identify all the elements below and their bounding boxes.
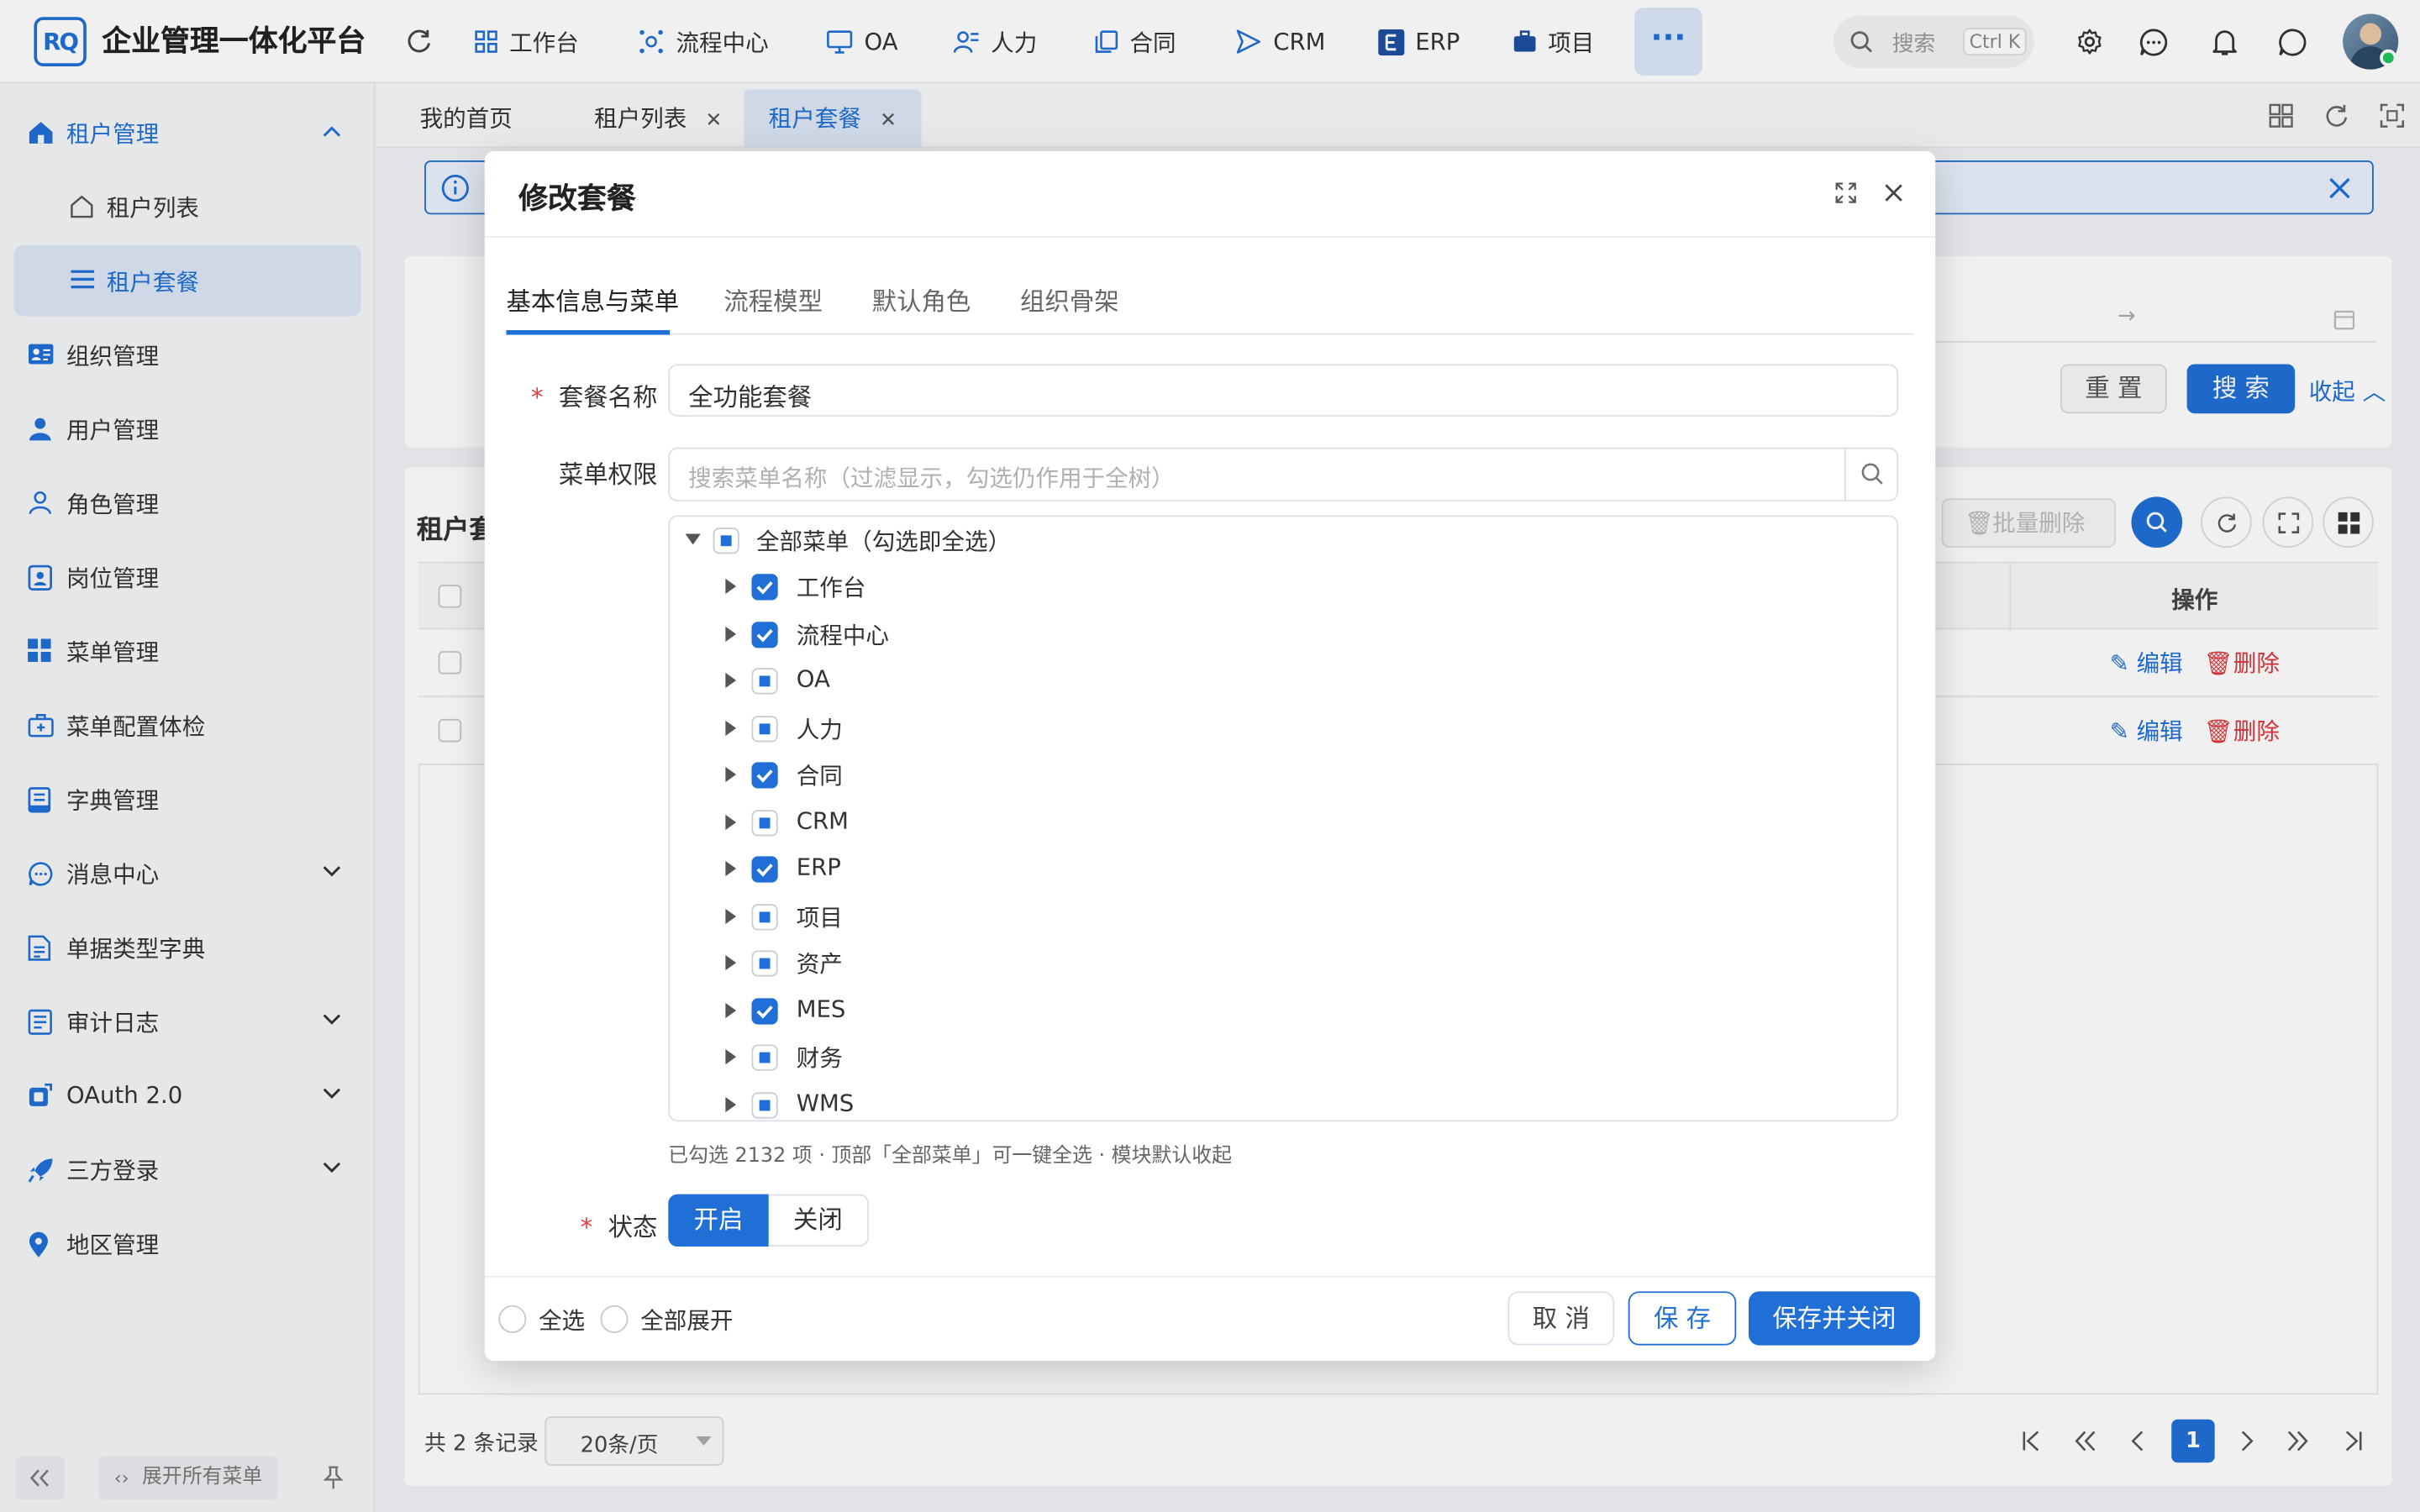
save-and-close-button[interactable]: 保存并关闭 — [1748, 1291, 1920, 1346]
tree-node-label: WMS — [796, 1088, 855, 1116]
required-mark: * — [530, 382, 544, 412]
selection-hint: 已勾选 2132 项 · 顶部「全部菜单」可一键全选 · 模块默认收起 — [668, 1144, 1232, 1168]
maximize-icon[interactable] — [1835, 182, 1857, 204]
expand-all-label: 全部展开 — [640, 1306, 734, 1335]
caret-right-icon[interactable] — [725, 1001, 737, 1018]
check-icon — [756, 628, 773, 642]
tree-node-label: 工作台 — [796, 574, 866, 602]
app-root: RQ 企业管理一体化平台 工作台 流程中心 OA 人力 合同 CRM ERP 项… — [0, 0, 2420, 1512]
modal-title: 修改套餐 — [518, 181, 636, 217]
status-label-text: 状态 — [608, 1212, 658, 1242]
menu-permission-label: 菜单权限 — [558, 459, 658, 490]
tree-node[interactable]: 人力 — [670, 704, 1897, 750]
modal-header-divider — [484, 236, 1936, 238]
caret-right-icon[interactable] — [725, 860, 737, 877]
tree-node-checkbox[interactable] — [751, 715, 778, 742]
tree-node-label: CRM — [796, 806, 849, 834]
tree-node-root[interactable]: 全部菜单（勾选即全选） — [670, 517, 1897, 563]
modal-footer-divider — [484, 1275, 1936, 1278]
caret-right-icon[interactable] — [725, 1095, 737, 1112]
tree-node-checkbox[interactable] — [751, 809, 778, 836]
expand-all-checkbox[interactable] — [600, 1305, 629, 1333]
tree-node-checkbox[interactable] — [751, 903, 778, 930]
caret-right-icon[interactable] — [725, 954, 737, 971]
caret-right-icon[interactable] — [725, 672, 737, 689]
caret-right-icon[interactable] — [725, 578, 737, 595]
tree-node-label: 财务 — [796, 1044, 843, 1073]
tree-node[interactable]: 合同 — [670, 751, 1897, 797]
tree-node-checkbox[interactable] — [751, 1091, 778, 1118]
package-name-value: 全功能套餐 — [688, 382, 813, 412]
package-name-input[interactable]: 全功能套餐 — [668, 364, 1899, 417]
check-icon — [756, 581, 773, 595]
caret-right-icon[interactable] — [725, 813, 737, 830]
tree-node-label: 资产 — [796, 950, 843, 979]
cancel-button[interactable]: 取 消 — [1507, 1291, 1615, 1346]
tree-node[interactable]: 工作台 — [670, 563, 1897, 609]
caret-down-icon[interactable] — [685, 533, 701, 545]
caret-right-icon[interactable] — [725, 766, 737, 783]
modal-tab-org-skeleton[interactable]: 组织骨架 — [1020, 281, 1119, 318]
tree-node-label: 合同 — [796, 762, 843, 790]
modal-tabs-divider — [506, 333, 1914, 335]
search-icon — [1861, 463, 1883, 485]
tree-node-checkbox[interactable] — [751, 997, 778, 1024]
tree-node[interactable]: ERP — [670, 846, 1897, 892]
check-icon — [756, 1005, 773, 1018]
package-name-label: * 套餐名称 — [531, 376, 658, 413]
tree-node-checkbox[interactable] — [751, 621, 778, 648]
modal-tab-basic[interactable]: 基本信息与菜单 — [506, 281, 679, 318]
tree-node-checkbox[interactable] — [751, 1044, 778, 1071]
tree-node[interactable]: WMS — [670, 1081, 1897, 1121]
caret-right-icon[interactable] — [725, 907, 737, 924]
edit-package-modal: 修改套餐 基本信息与菜单 流程模型 默认角色 组织骨架 * 套餐名称 全功能套餐 … — [484, 150, 1936, 1361]
tree-node-checkbox[interactable] — [751, 950, 778, 977]
tree-node-label: 人力 — [796, 715, 843, 743]
tree-node[interactable]: MES — [670, 987, 1897, 1033]
caret-right-icon[interactable] — [725, 1048, 737, 1065]
menu-search-placeholder: 搜索菜单名称（过滤显示，勾选仍作用于全树） — [688, 464, 1175, 492]
tree-node-label: 全部菜单（勾选即全选） — [755, 528, 1012, 556]
status-on-button[interactable]: 开启 — [668, 1194, 769, 1247]
status-label: * 状态 — [581, 1206, 658, 1243]
check-icon — [756, 769, 773, 783]
save-button[interactable]: 保 存 — [1628, 1291, 1737, 1346]
tree-node-checkbox[interactable] — [751, 574, 778, 601]
caret-right-icon[interactable] — [725, 719, 737, 736]
tree-root-checkbox[interactable] — [713, 528, 739, 554]
select-all-checkbox[interactable] — [498, 1305, 527, 1333]
tree-node-label: 项目 — [796, 903, 843, 932]
caret-right-icon[interactable] — [725, 625, 737, 642]
menu-permission-tree: 全部菜单（勾选即全选） 工作台流程中心 OA 人力合同 CRM ERP 项目资产 MES 财务… — [668, 515, 1899, 1122]
tree-node-checkbox[interactable] — [751, 856, 778, 883]
required-mark: * — [580, 1212, 593, 1242]
tree-node[interactable]: 财务 — [670, 1034, 1897, 1080]
tree-node[interactable]: 资产 — [670, 940, 1897, 986]
modal-tab-default-role[interactable]: 默认角色 — [872, 281, 971, 318]
modal-tab-active-indicator — [506, 330, 671, 335]
tree-node[interactable]: 项目 — [670, 893, 1897, 939]
package-name-label-text: 套餐名称 — [558, 382, 658, 412]
modal-tab-flow-model[interactable]: 流程模型 — [723, 281, 823, 318]
tree-node[interactable]: CRM — [670, 798, 1897, 844]
status-off-button[interactable]: 关闭 — [768, 1194, 870, 1247]
tree-node-label: 流程中心 — [796, 621, 889, 649]
tree-node-label: MES — [796, 994, 846, 1022]
tree-node-label: ERP — [796, 853, 841, 881]
menu-search-input[interactable]: 搜索菜单名称（过滤显示，勾选仍作用于全树） — [668, 447, 1899, 501]
check-icon — [756, 864, 773, 877]
tree-node-checkbox[interactable] — [751, 762, 778, 789]
select-all-label: 全选 — [539, 1306, 586, 1335]
tree-node-checkbox[interactable] — [751, 668, 778, 695]
close-icon[interactable] — [1885, 184, 1903, 202]
menu-search-button[interactable] — [1844, 449, 1897, 501]
tree-node-label: OA — [796, 664, 830, 693]
tree-node[interactable]: OA — [670, 657, 1897, 703]
tree-node[interactable]: 流程中心 — [670, 610, 1897, 656]
